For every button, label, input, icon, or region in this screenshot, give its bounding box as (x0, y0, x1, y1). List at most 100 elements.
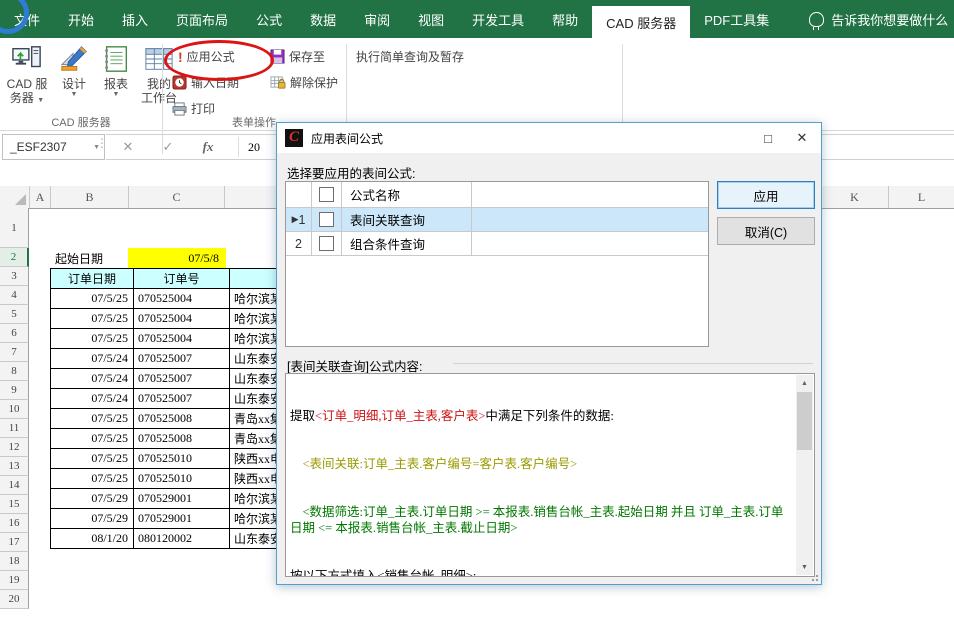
row-header-13[interactable]: 13 (0, 457, 29, 476)
save-to-label: 保存至 (289, 48, 325, 65)
cancel-button[interactable]: 取消(C) (717, 217, 815, 245)
cell-start-date-label[interactable]: 起始日期 (50, 248, 128, 268)
header-order-no[interactable]: 订单号 (134, 269, 230, 289)
cell-order-no[interactable]: 080120002 (134, 529, 230, 549)
unprotect-button[interactable]: 解除保护 (270, 74, 338, 91)
column-header-a[interactable]: A (30, 186, 51, 208)
scrollbar-thumb[interactable] (797, 392, 812, 450)
row-header-3[interactable]: 3 (0, 267, 29, 286)
cell-order-no[interactable]: 070525007 (134, 349, 230, 369)
formula-grid-row-1[interactable]: ▶ 1 表间关联查询 (286, 208, 708, 232)
column-header-b[interactable]: B (51, 186, 129, 208)
formula-checkbox-1[interactable] (319, 212, 334, 227)
select-all-checkbox[interactable] (319, 187, 334, 202)
tab-formulas[interactable]: 公式 (242, 0, 296, 38)
cell-order-no[interactable]: 070529001 (134, 509, 230, 529)
header-order-date[interactable]: 订单日期 (51, 269, 134, 289)
tab-cad-server[interactable]: CAD 服务器 (592, 6, 690, 38)
formula-confirm-icon[interactable]: ✓ (154, 135, 182, 159)
cell-order-date[interactable]: 08/1/20 (51, 529, 134, 549)
cell-order-date[interactable]: 07/5/25 (51, 409, 134, 429)
cell-order-no[interactable]: 070525008 (134, 409, 230, 429)
row-header-20[interactable]: 20 (0, 590, 29, 609)
formula-cancel-icon[interactable]: ✕ (114, 135, 142, 159)
formula-content-box[interactable]: 提取<订单_明细,订单_主表,客户表>中满足下列条件的数据: <表间关联:订单_… (285, 373, 815, 577)
row-header-9[interactable]: 9 (0, 381, 29, 400)
save-to-button[interactable]: 保存至 (270, 48, 325, 65)
grid-header-checkbox-cell (312, 182, 342, 207)
cell-order-date[interactable]: 07/5/25 (51, 429, 134, 449)
tab-home[interactable]: 开始 (54, 0, 108, 38)
formula-grid-row-2[interactable]: 2 组合条件查询 (286, 232, 708, 256)
column-header-c[interactable]: C (129, 186, 225, 208)
name-box-value: _ESF2307 (10, 140, 67, 154)
name-box[interactable]: _ESF2307 ▼ (2, 134, 105, 160)
cell-order-date[interactable]: 07/5/25 (51, 309, 134, 329)
scrollbar-up-icon[interactable]: ▲ (796, 375, 813, 391)
apply-button[interactable]: 应用 (717, 181, 815, 209)
tab-page-layout[interactable]: 页面布局 (162, 0, 242, 38)
row-header-12[interactable]: 12 (0, 438, 29, 457)
dialog-close-button[interactable]: ✕ (785, 123, 819, 153)
row-header-10[interactable]: 10 (0, 400, 29, 419)
dialog-maximize-button[interactable]: □ (751, 123, 785, 153)
cell-order-no[interactable]: 070529001 (134, 489, 230, 509)
dialog-title-bar[interactable]: C 应用表间公式 □ ✕ (277, 123, 821, 153)
design-button[interactable]: 设计 ▼ (54, 44, 94, 99)
cell-order-no[interactable]: 070525010 (134, 469, 230, 489)
cell-order-no[interactable]: 070525010 (134, 449, 230, 469)
cad-server-button[interactable]: CAD 服 务器 ▼ (4, 44, 50, 105)
tell-me-box[interactable]: 告诉我你想要做什么 (809, 0, 948, 38)
row-header-8[interactable]: 8 (0, 362, 29, 381)
cell-order-date[interactable]: 07/5/24 (51, 369, 134, 389)
cell-order-date[interactable]: 07/5/29 (51, 489, 134, 509)
row-header-11[interactable]: 11 (0, 419, 29, 438)
tab-pdf-tools[interactable]: PDF工具集 (690, 0, 783, 38)
cell-start-date-value[interactable]: 07/5/8 (128, 248, 226, 268)
cell-order-date[interactable]: 07/5/29 (51, 509, 134, 529)
cell-order-date[interactable]: 07/5/25 (51, 469, 134, 489)
cell-order-date[interactable]: 07/5/25 (51, 329, 134, 349)
cell-order-no[interactable]: 070525008 (134, 429, 230, 449)
column-header-l[interactable]: L (889, 186, 954, 208)
scrollbar[interactable]: ▲ ▼ (796, 375, 813, 575)
fx-icon[interactable]: fx (194, 135, 222, 159)
formula-checkbox-2[interactable] (319, 236, 334, 251)
quick-query-button[interactable]: 执行简单查询及暂存 (356, 48, 464, 65)
cell-order-no[interactable]: 070525007 (134, 389, 230, 409)
tab-view[interactable]: 视图 (404, 0, 458, 38)
row-header-15[interactable]: 15 (0, 495, 29, 514)
row-header-19[interactable]: 19 (0, 571, 29, 590)
select-all-corner[interactable] (0, 186, 30, 208)
cell-order-no[interactable]: 070525004 (134, 289, 230, 309)
cell-order-no[interactable]: 070525007 (134, 369, 230, 389)
row-header-7[interactable]: 7 (0, 343, 29, 362)
row-header-2[interactable]: 2 (0, 248, 29, 267)
row-header-18[interactable]: 18 (0, 552, 29, 571)
cell-order-no[interactable]: 070525004 (134, 309, 230, 329)
cell-order-date[interactable]: 07/5/24 (51, 389, 134, 409)
cell-order-date[interactable]: 07/5/24 (51, 349, 134, 369)
column-header-k[interactable]: K (821, 186, 889, 208)
report-button[interactable]: 报表 ▼ (96, 44, 136, 99)
row-header-14[interactable]: 14 (0, 476, 29, 495)
cell-order-date[interactable]: 07/5/25 (51, 449, 134, 469)
resize-grip[interactable] (808, 571, 818, 581)
tab-help[interactable]: 帮助 (538, 0, 592, 38)
row-header-16[interactable]: 16 (0, 514, 29, 533)
tab-review[interactable]: 审阅 (350, 0, 404, 38)
cell-order-date[interactable]: 07/5/25 (51, 289, 134, 309)
tab-insert[interactable]: 插入 (108, 0, 162, 38)
row-header-6[interactable]: 6 (0, 324, 29, 343)
tab-data[interactable]: 数据 (296, 0, 350, 38)
dialog-title: 应用表间公式 (311, 130, 383, 147)
design-icon (59, 44, 89, 74)
row-header-5[interactable]: 5 (0, 305, 29, 324)
row-header-17[interactable]: 17 (0, 533, 29, 552)
row-header-4[interactable]: 4 (0, 286, 29, 305)
cell-order-no[interactable]: 070525004 (134, 329, 230, 349)
tab-developer[interactable]: 开发工具 (458, 0, 538, 38)
row-filler (472, 208, 708, 231)
row-header-1[interactable]: 1 (0, 208, 29, 248)
dialog-apply-formula: C 应用表间公式 □ ✕ 选择要应用的表间公式: 公式名称 ▶ 1 表间关联查询… (276, 122, 822, 585)
